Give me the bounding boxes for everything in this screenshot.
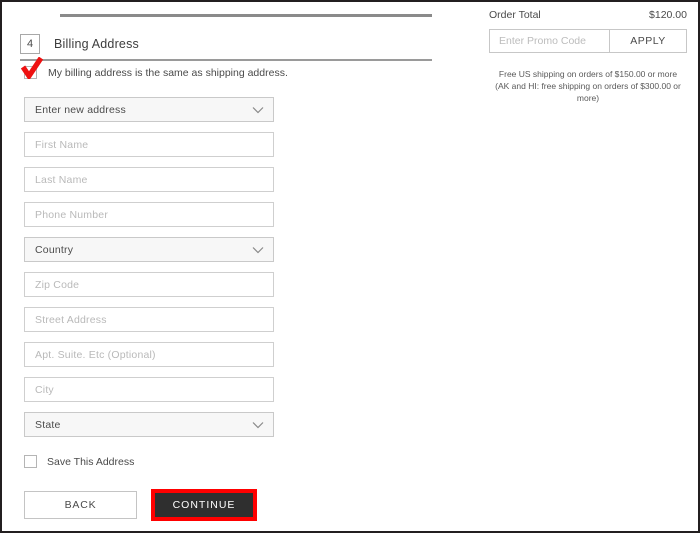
street-address-placeholder: Street Address bbox=[35, 313, 107, 326]
back-button[interactable]: BACK bbox=[24, 491, 137, 519]
order-total-value: $120.00 bbox=[649, 9, 687, 21]
address-select-value: Enter new address bbox=[35, 103, 126, 116]
page-title: Billing Address bbox=[54, 37, 139, 51]
section-divider-top bbox=[60, 14, 432, 17]
phone-number-placeholder: Phone Number bbox=[35, 208, 109, 221]
first-name-placeholder: First Name bbox=[35, 138, 89, 151]
form-actions: BACK CONTINUE bbox=[24, 489, 257, 521]
save-address-label: Save This Address bbox=[47, 455, 135, 468]
checkbox-box bbox=[24, 66, 37, 79]
last-name-field[interactable]: Last Name bbox=[24, 167, 274, 192]
country-select[interactable]: Country bbox=[24, 237, 274, 262]
first-name-field[interactable]: First Name bbox=[24, 132, 274, 157]
same-as-shipping-label: My billing address is the same as shippi… bbox=[48, 67, 288, 79]
zip-code-placeholder: Zip Code bbox=[35, 278, 80, 291]
city-placeholder: City bbox=[35, 383, 54, 396]
shipping-note-line2: (AK and HI: free shipping on orders of $… bbox=[495, 81, 681, 103]
shipping-note-line1: Free US shipping on orders of $150.00 or… bbox=[498, 69, 678, 79]
apt-suite-field[interactable]: Apt. Suite. Etc (Optional) bbox=[24, 342, 274, 367]
section-header: 4 Billing Address bbox=[20, 32, 139, 56]
address-select[interactable]: Enter new address bbox=[24, 97, 274, 122]
save-address-checkbox[interactable] bbox=[24, 455, 37, 468]
chevron-down-icon bbox=[252, 421, 264, 428]
promo-code-placeholder: Enter Promo Code bbox=[499, 35, 586, 47]
shipping-note: Free US shipping on orders of $150.00 or… bbox=[488, 68, 688, 104]
zip-code-field[interactable]: Zip Code bbox=[24, 272, 274, 297]
order-total-row: Order Total $120.00 bbox=[489, 9, 687, 21]
state-select-value: State bbox=[35, 418, 61, 431]
promo-code-input[interactable]: Enter Promo Code bbox=[490, 30, 610, 52]
street-address-field[interactable]: Street Address bbox=[24, 307, 274, 332]
chevron-down-icon bbox=[252, 246, 264, 253]
city-field[interactable]: City bbox=[24, 377, 274, 402]
section-divider-bottom bbox=[20, 59, 432, 61]
order-total-label: Order Total bbox=[489, 9, 541, 21]
phone-number-field[interactable]: Phone Number bbox=[24, 202, 274, 227]
save-address-row[interactable]: Save This Address bbox=[24, 455, 134, 468]
apply-promo-button[interactable]: APPLY bbox=[610, 30, 686, 52]
promo-code-group: Enter Promo Code APPLY bbox=[489, 29, 687, 53]
same-as-shipping-row[interactable]: My billing address is the same as shippi… bbox=[20, 57, 288, 80]
last-name-placeholder: Last Name bbox=[35, 173, 88, 186]
checkout-billing-page: 4 Billing Address My billing address is … bbox=[0, 0, 700, 533]
step-number-badge: 4 bbox=[20, 34, 40, 54]
country-select-value: Country bbox=[35, 243, 74, 256]
apt-suite-placeholder: Apt. Suite. Etc (Optional) bbox=[35, 348, 156, 361]
same-as-shipping-checkbox[interactable] bbox=[20, 57, 44, 80]
state-select[interactable]: State bbox=[24, 412, 274, 437]
continue-button-highlight: CONTINUE bbox=[151, 489, 257, 521]
chevron-down-icon bbox=[252, 106, 264, 113]
billing-address-form: Enter new address First Name Last Name P… bbox=[24, 97, 274, 447]
continue-button[interactable]: CONTINUE bbox=[155, 493, 253, 517]
